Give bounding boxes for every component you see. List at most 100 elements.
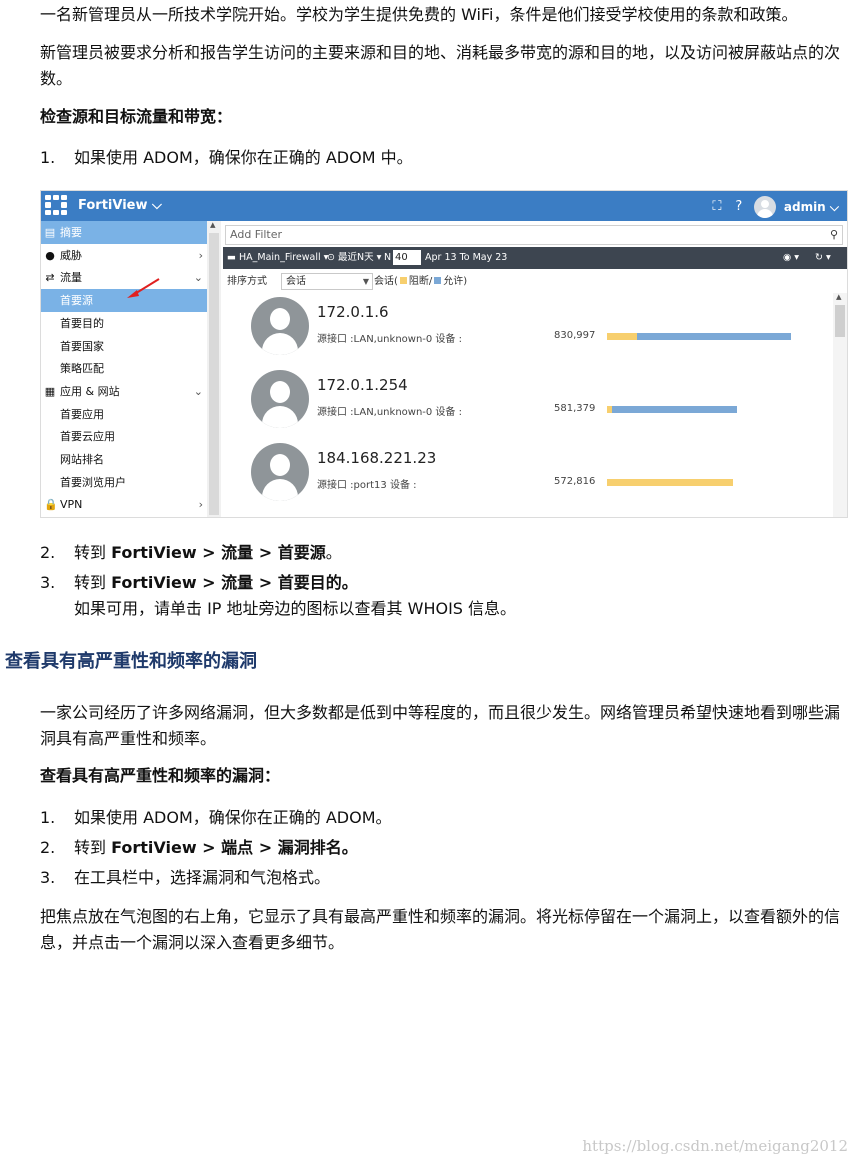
ip-address[interactable]: 172.0.1.254 — [317, 376, 408, 394]
step-item: 3. 转到 FortiView > 流量 > 首要目的。 — [40, 570, 358, 596]
step-text: 转到 — [74, 573, 112, 592]
legend: 会话( 阻断/允许) — [374, 273, 467, 291]
user-avatar-icon — [251, 297, 309, 355]
user-avatar-icon — [251, 443, 309, 501]
ip-address[interactable]: 184.168.221.23 — [317, 449, 436, 467]
step-item: 1. 如果使用 ADOM，确保你在正确的 ADOM。 — [40, 805, 392, 831]
list-item[interactable]: 172.0.1.6 源接口 :LAN,unknown-0 设备 : 830,997 — [223, 293, 833, 365]
sidebar-scrollbar[interactable] — [207, 218, 221, 517]
sidebar-item-label: 首要云应用 — [60, 430, 115, 444]
fortiview-screenshot: FortiView ⌵ ⛶ ? admin ⌵ ▤ 摘要 ● 威胁 › ⇄ 流量 ⌄ 首要源 首要… — [40, 190, 848, 518]
step-text: 在工具栏中，选择漏洞和气泡格式。 — [74, 868, 331, 887]
sidebar-item[interactable]: 策略匹配 — [41, 357, 207, 380]
list-scrollbar[interactable] — [833, 290, 847, 517]
top-bar: FortiView ⌵ ⛶ ? admin ⌵ — [41, 191, 847, 221]
fullscreen-icon[interactable]: ⛶ — [710, 200, 724, 214]
device-label: HA_Main_Firewall ▾ — [239, 252, 329, 263]
user-menu[interactable]: admin ⌵ — [784, 200, 839, 215]
intro-paragraph: 新管理员被要求分析和报告学生访问的主要来源和目的地、消耗最多带宽的源和目的地，以… — [40, 43, 841, 88]
watermark: https://blog.csdn.net/meigang2012 — [582, 1137, 848, 1155]
sidebar-item[interactable]: ⇄ 流量 ⌄ — [41, 266, 207, 289]
sidebar-item[interactable]: 首要国家 — [41, 335, 207, 358]
session-count: 572,816 — [554, 476, 596, 487]
toolbar: ▬ HA_Main_Firewall ▾ ⊙ 最近N天 ▾ N 40 Apr 1… — [223, 247, 847, 269]
sidebar-item-icon: ▦ — [44, 384, 56, 398]
legend-prefix: 会话( — [374, 276, 398, 287]
legend-allowed: 允许) — [443, 276, 468, 287]
sidebar: ▤ 摘要 ● 威胁 › ⇄ 流量 ⌄ 首要源 首要目的 首要国家 策略匹配 ▦ 应用 & 网站 ⌄ 首要应用首… — [41, 221, 221, 517]
sidebar-item[interactable]: 🔒 VPN › — [41, 493, 207, 516]
sidebar-item-label: 威胁 — [60, 248, 82, 262]
sidebar-item[interactable]: 首要云应用 — [41, 425, 207, 448]
list-item[interactable]: 184.168.221.23 源接口 :port13 设备 : 572,816 — [223, 439, 833, 511]
session-count: 830,997 — [554, 330, 596, 341]
step-number: 1. — [40, 148, 56, 167]
main-panel: Add Filter ⚲ ▬ HA_Main_Firewall ▾ ⊙ 最近N天… — [223, 221, 847, 517]
refresh-icon[interactable]: ↻ ▾ — [815, 247, 831, 269]
interface-info: 源接口 :port13 设备 : — [317, 480, 417, 491]
step-number: 1. — [40, 808, 56, 827]
sidebar-item-icon: ▤ — [44, 226, 56, 239]
section-title: 查看具有高严重性和频率的漏洞 — [5, 651, 257, 672]
help-icon[interactable]: ? — [732, 200, 746, 214]
interface-info: 源接口 :LAN,unknown-0 设备 : — [317, 334, 462, 345]
blocked-bar — [607, 479, 733, 486]
chevron-icon: ⌄ — [193, 384, 203, 398]
chevron-icon: › — [198, 498, 203, 512]
menu-path: FortiView > 流量 > 首要目的。 — [111, 573, 358, 592]
step-number: 2. — [40, 838, 56, 857]
section-heading: 检查源和目标流量和带宽： — [40, 107, 233, 126]
interface-info: 源接口 :LAN,unknown-0 设备 : — [317, 407, 462, 418]
sidebar-item-label: 流量 — [60, 271, 82, 285]
step-text: 转到 — [74, 543, 112, 562]
step-item: 2. 转到 FortiView > 流量 > 首要源。 — [40, 540, 342, 566]
sidebar-item-label: 摘要 — [60, 226, 82, 239]
sort-value: 会话 — [286, 276, 306, 287]
step-note: 如果可用，请单击 IP 地址旁边的图标以查看其 WHOIS 信息。 — [74, 599, 517, 618]
sidebar-item[interactable]: 首要浏览用户 — [41, 471, 207, 494]
sidebar-item-icon: 🔒 — [44, 498, 58, 512]
menu-path: FortiView > 端点 > 漏洞排名。 — [111, 838, 358, 857]
device-selector[interactable]: ▬ HA_Main_Firewall ▾ — [227, 247, 328, 269]
closing-paragraph: 把焦点放在气泡图的右上角，它显示了具有最高严重性和频率的漏洞。将光标停留在一个漏… — [40, 907, 841, 952]
step-number: 2. — [40, 543, 56, 562]
section-paragraph: 一家公司经历了许多网络漏洞，但大多数都是低到中等程度的，而且很少发生。网络管理员… — [40, 703, 841, 748]
user-avatar[interactable] — [753, 196, 776, 218]
filter-placeholder: Add Filter — [230, 228, 283, 241]
view-icon[interactable]: ◉ ▾ — [783, 247, 799, 269]
menu-path: FortiView > 流量 > 首要源 — [111, 543, 326, 562]
blocked-bar — [607, 333, 637, 340]
red-arrow-icon — [127, 278, 160, 298]
filter-input[interactable]: Add Filter ⚲ — [225, 225, 843, 245]
device-icon: ▬ — [227, 252, 239, 263]
step-text: 如果使用 ADOM，确保你在正确的 ADOM 中。 — [74, 148, 413, 167]
step-item: 3. 在工具栏中，选择漏洞和气泡格式。 — [40, 865, 330, 891]
ip-address[interactable]: 172.0.1.6 — [317, 303, 389, 321]
sidebar-item-label: 应用 & 网站 — [60, 384, 120, 398]
list-item[interactable]: 172.0.1.254 源接口 :LAN,unknown-0 设备 : 581,37… — [223, 366, 833, 438]
sidebar-item[interactable]: ▦ 应用 & 网站 ⌄ — [41, 380, 207, 403]
sort-select[interactable]: 会话 ▼ — [281, 273, 373, 290]
date-range: Apr 13 To May 23 — [425, 252, 508, 263]
step-number: 3. — [40, 573, 56, 592]
user-avatar-icon — [251, 370, 309, 428]
allowed-swatch — [434, 277, 442, 284]
sidebar-item[interactable]: ● 威胁 › — [41, 244, 207, 267]
sort-row: 排序方式 会话 ▼ 会话(阻断/允许) — [223, 273, 847, 291]
sidebar-item[interactable]: 首要应用 — [41, 403, 207, 426]
sidebar-item[interactable]: ▤ 摘要 — [41, 221, 207, 244]
chevron-icon: ⌄ — [193, 271, 203, 285]
time-range-selector[interactable]: ⊙ 最近N天 ▾ — [327, 247, 381, 269]
sidebar-item[interactable]: 网站排名 — [41, 448, 207, 471]
blocked-swatch — [399, 277, 407, 284]
top-bar-right: ⛶ ? admin ⌵ — [710, 196, 839, 218]
sidebar-item-label: 首要源 — [60, 294, 93, 308]
legend-blocked: 阻断/ — [408, 276, 433, 287]
chevron-icon: › — [198, 248, 203, 262]
app-title[interactable]: FortiView ⌵ — [78, 198, 162, 213]
search-icon[interactable]: ⚲ — [830, 226, 838, 244]
sidebar-item-label: VPN — [60, 498, 83, 512]
sidebar-item[interactable]: 首要源 — [41, 289, 207, 313]
n-input[interactable]: 40 — [393, 250, 421, 265]
sidebar-item[interactable]: 首要目的 — [41, 312, 207, 335]
